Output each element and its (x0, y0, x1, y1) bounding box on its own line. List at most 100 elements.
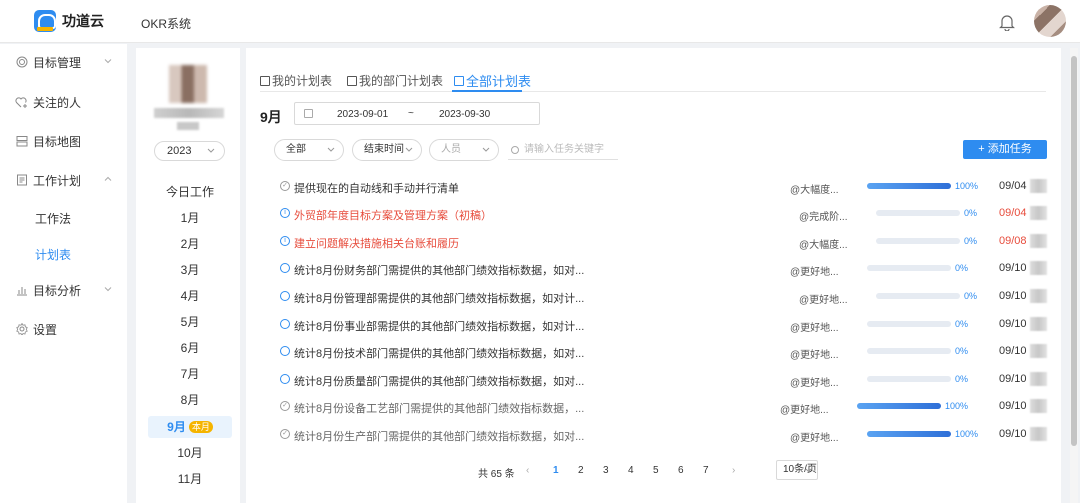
scope-select[interactable]: 全部 (274, 139, 344, 161)
task-row[interactable]: ✓ 统计8月份设备工艺部门需提供的其他部门绩效指标数据，... @更好地... … (280, 393, 1047, 420)
task-title[interactable]: 提供现在的自动线和手动并行清单 (294, 180, 459, 196)
system-name: OKR系统 (141, 17, 192, 31)
page-link-current[interactable]: 1 (553, 465, 559, 476)
clock-icon (280, 374, 290, 384)
sidebar: 目标管理 关注的人 目标地图 工作计划 工作法 计划表 目标分析 设置 (0, 44, 127, 503)
date-end: 2023-09-30 (439, 109, 491, 120)
bell-icon[interactable] (999, 13, 1015, 31)
task-title[interactable]: 统计8月份财务部门需提供的其他部门绩效指标数据，如对... (294, 262, 584, 278)
month-item[interactable]: 2月 (148, 233, 232, 255)
task-title[interactable]: 外贸部年度目标方案及管理方案（初稿） (294, 207, 492, 223)
profile-name-blurred (154, 108, 224, 118)
page-link[interactable]: 4 (628, 465, 634, 476)
date-separator: ~ (408, 108, 414, 119)
date-range-picker[interactable]: 2023-09-01 ~ 2023-09-30 (294, 102, 540, 125)
pagination-total: 共 65 条 (478, 469, 515, 480)
task-owner-blurred (1030, 179, 1047, 193)
page-link[interactable]: 7 (703, 465, 709, 476)
task-title[interactable]: 统计8月份生产部门需提供的其他部门绩效指标数据，如对... (294, 428, 584, 444)
task-owner-blurred (1030, 344, 1047, 358)
scrollbar-thumb[interactable] (1071, 56, 1077, 446)
add-task-button[interactable]: + 添加任务 (963, 140, 1047, 159)
task-objective-tag: @更好地... (799, 295, 848, 306)
tab-all-plans[interactable]: 全部计划表 (454, 71, 531, 90)
year-select[interactable]: 2023 (154, 141, 225, 161)
task-due-date: 09/04 (999, 207, 1027, 219)
progress-fill (857, 403, 941, 409)
sidebar-item-label: 关注的人 (33, 95, 82, 110)
task-row[interactable]: i 建立问题解决措施相关台账和履历 @大幅度... 0% 09/08 (280, 228, 1047, 255)
month-label: 9月 (167, 420, 186, 434)
task-owner-blurred (1030, 427, 1047, 441)
page-link[interactable]: 3 (603, 465, 609, 476)
progress-percent: 0% (964, 236, 978, 246)
sidebar-item-work-plan[interactable]: 工作计划 (0, 162, 127, 198)
task-row[interactable]: i 外贸部年度目标方案及管理方案（初稿） @完成阶... 0% 09/04 (280, 200, 1047, 227)
month-item[interactable]: 10月 (148, 442, 232, 464)
task-due-date: 09/08 (999, 235, 1027, 247)
task-due-date: 09/04 (999, 180, 1027, 192)
month-item-current[interactable]: 9月 本月 (148, 416, 232, 438)
clock-icon (280, 263, 290, 273)
brand-logo[interactable]: 功道云 (34, 10, 104, 32)
page-link[interactable]: 2 (578, 465, 584, 476)
profile-avatar (169, 65, 207, 103)
chevron-down-icon (405, 147, 413, 152)
task-search-input[interactable]: 请输入任务关键字 (508, 140, 618, 160)
sidebar-item-goal-map[interactable]: 目标地图 (0, 123, 127, 159)
person-select[interactable]: 人员 (429, 139, 499, 161)
sidebar-item-settings[interactable]: 设置 (0, 311, 127, 347)
month-item[interactable]: 11月 (148, 468, 232, 490)
page-link[interactable]: 5 (653, 465, 659, 476)
user-avatar[interactable] (1034, 5, 1066, 37)
sidebar-subitem-work-method[interactable]: 工作法 (0, 201, 127, 235)
task-objective-tag: @更好地... (790, 323, 839, 334)
task-due-date: 09/10 (999, 262, 1027, 274)
task-title[interactable]: 统计8月份质量部门需提供的其他部门绩效指标数据，如对... (294, 373, 584, 389)
tab-dept-plans[interactable]: 我的部门计划表 (347, 72, 443, 89)
task-due-date: 09/10 (999, 428, 1027, 440)
page-link[interactable]: 6 (678, 465, 684, 476)
task-title[interactable]: 统计8月份管理部需提供的其他部门绩效指标数据，如对计... (294, 290, 584, 306)
month-item[interactable]: 7月 (148, 363, 232, 385)
sidebar-item-goal-management[interactable]: 目标管理 (0, 44, 127, 80)
page-size-select[interactable]: 10条/页 (776, 460, 818, 480)
task-row[interactable]: ✓ 提供现在的自动线和手动并行清单 @大幅度... 100% 09/04 (280, 173, 1047, 200)
task-row[interactable]: 统计8月份管理部需提供的其他部门绩效指标数据，如对计... @更好地... 0%… (280, 283, 1047, 310)
month-item[interactable]: 8月 (148, 389, 232, 411)
task-row[interactable]: 统计8月份财务部门需提供的其他部门绩效指标数据，如对... @更好地... 0%… (280, 255, 1047, 282)
month-item[interactable]: 6月 (148, 337, 232, 359)
task-objective-tag: @大幅度... (790, 185, 839, 196)
person-placeholder: 人员 (441, 144, 461, 155)
check-circle-icon: ✓ (280, 401, 290, 411)
month-item[interactable]: 1月 (148, 207, 232, 229)
bar-chart-icon (15, 284, 28, 297)
month-item[interactable]: 4月 (148, 285, 232, 307)
tab-label: 我的计划表 (272, 74, 333, 88)
today-work[interactable]: 今日工作 (148, 181, 232, 203)
task-owner-blurred (1030, 289, 1047, 303)
task-row[interactable]: 统计8月份质量部门需提供的其他部门绩效指标数据，如对... @更好地... 0%… (280, 366, 1047, 393)
next-page-icon[interactable]: › (732, 465, 735, 476)
task-title[interactable]: 统计8月份设备工艺部门需提供的其他部门绩效指标数据，... (294, 400, 584, 416)
clock-icon (280, 319, 290, 329)
task-row[interactable]: ✓ 统计8月份生产部门需提供的其他部门绩效指标数据，如对... @更好地... … (280, 421, 1047, 448)
tab-label: 全部计划表 (466, 74, 532, 89)
year-value: 2023 (167, 145, 192, 157)
chevron-down-icon (104, 287, 112, 292)
search-placeholder: 请输入任务关键字 (524, 144, 604, 155)
month-item[interactable]: 5月 (148, 311, 232, 333)
prev-page-icon[interactable]: ‹ (526, 465, 529, 476)
sidebar-item-goal-analysis[interactable]: 目标分析 (0, 272, 127, 308)
month-item[interactable]: 3月 (148, 259, 232, 281)
task-row[interactable]: 统计8月份事业部需提供的其他部门绩效指标数据，如对计... @更好地... 0%… (280, 311, 1047, 338)
sidebar-item-followed-people[interactable]: 关注的人 (0, 84, 127, 120)
task-title[interactable]: 统计8月份事业部需提供的其他部门绩效指标数据，如对计... (294, 318, 584, 334)
task-title[interactable]: 统计8月份技术部门需提供的其他部门绩效指标数据，如对... (294, 345, 584, 361)
task-row[interactable]: 统计8月份技术部门需提供的其他部门绩效指标数据，如对... @更好地... 0%… (280, 338, 1047, 365)
tab-my-plans[interactable]: 我的计划表 (260, 72, 332, 89)
task-title[interactable]: 建立问题解决措施相关台账和履历 (294, 235, 459, 251)
sidebar-subitem-plan-table[interactable]: 计划表 (0, 237, 127, 271)
sort-select[interactable]: 结束时间 (352, 139, 422, 161)
clock-icon (280, 291, 290, 301)
